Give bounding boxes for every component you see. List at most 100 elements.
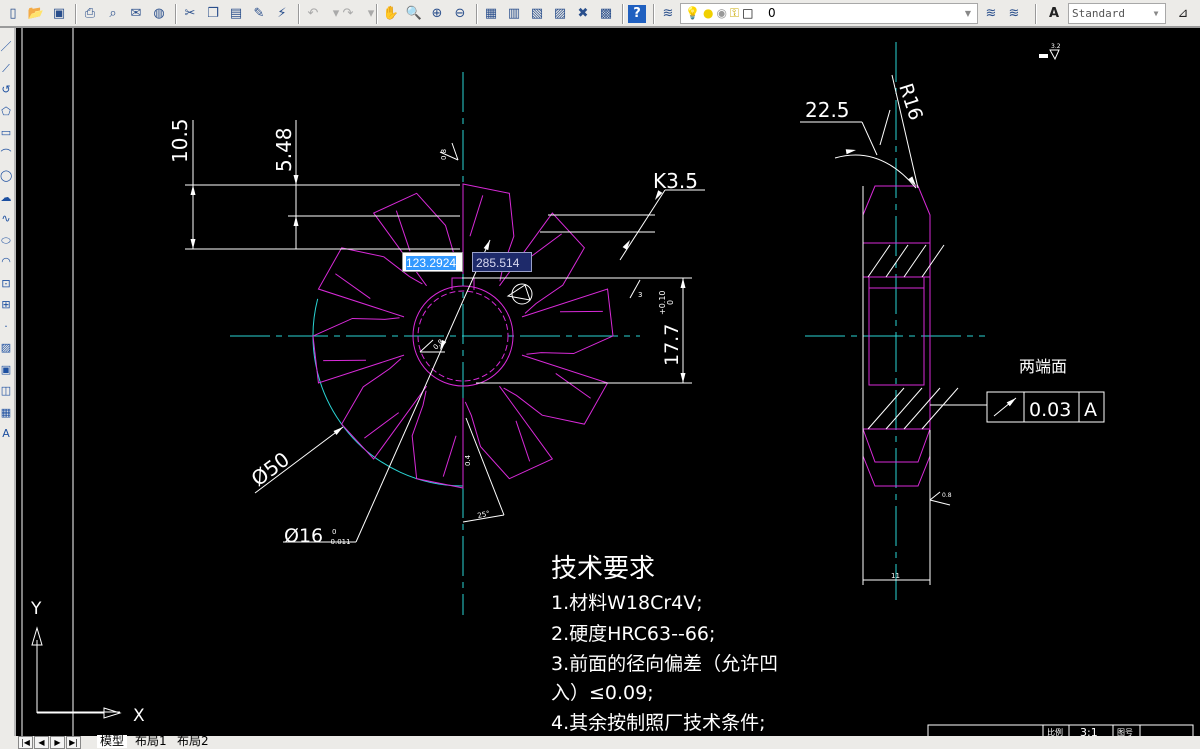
copy-icon[interactable]: ❐ [204, 5, 222, 23]
zoom-realtime-icon[interactable]: 🔍 [405, 5, 423, 23]
markup-icon[interactable]: ✖ [574, 5, 592, 23]
scale-label: 比例 [1047, 727, 1063, 736]
block-editor-icon[interactable]: ⚡ [273, 5, 291, 23]
dynamic-input-x[interactable]: 123.2924 [402, 252, 463, 272]
chevron-down-icon[interactable]: ▼ [1149, 6, 1163, 21]
lightbulb-on-icon[interactable]: 💡 [685, 6, 700, 20]
toolbar-separator [653, 4, 655, 24]
help-icon[interactable]: ? [628, 5, 646, 23]
make-block-icon[interactable]: ⊞ [0, 298, 12, 312]
plot-icon[interactable]: ⚿ [730, 6, 739, 20]
color-swatch-icon[interactable]: □ [742, 6, 753, 20]
gear-tooth-edge [395, 210, 411, 252]
polygon-icon[interactable]: ⬠ [0, 105, 12, 119]
print-icon[interactable]: ⎙ [81, 5, 99, 23]
revision-cloud-icon[interactable]: ☁ [0, 191, 12, 205]
gear-tooth [464, 385, 554, 480]
polyline-icon[interactable]: ↺ [0, 83, 12, 97]
tab-layout1[interactable]: 布局1 [135, 735, 167, 748]
tolerance-value: 0.03 [1029, 399, 1071, 421]
tab-model[interactable]: 模型 [97, 735, 128, 748]
scale-value: 3:1 [1080, 726, 1098, 736]
calculator-icon[interactable]: ▩ [597, 5, 615, 23]
save-icon[interactable]: ▣ [50, 5, 68, 23]
dim-style-icon[interactable]: ⊿ [1174, 5, 1192, 23]
arc-icon[interactable]: ⌒ [0, 148, 12, 162]
rectangle-icon[interactable]: ▭ [0, 126, 12, 140]
prev-tab-icon[interactable]: ◀ [34, 736, 49, 749]
ellipse-icon[interactable]: ⬭ [0, 234, 12, 248]
paste-icon[interactable]: ▤ [227, 5, 245, 23]
toolbar-separator [298, 4, 300, 24]
cut-icon[interactable]: ✂ [181, 5, 199, 23]
hatch-line [885, 387, 923, 430]
hatch-line [921, 387, 959, 430]
point-icon[interactable]: · [0, 320, 12, 334]
angle-arc [834, 154, 917, 189]
line-icon[interactable]: ／ [0, 40, 12, 54]
undo-icon[interactable]: ↶ [304, 5, 322, 23]
roughness-label: 3 [638, 291, 642, 299]
surface-roughness-symbol [1049, 49, 1060, 61]
pan-icon[interactable]: ✋ [382, 5, 400, 23]
gear-tooth-edge [442, 435, 457, 477]
leader-line [355, 239, 491, 543]
angle-25-label: 25° [477, 510, 491, 520]
circle-icon[interactable]: ◯ [0, 169, 12, 183]
hatch-icon[interactable]: ▨ [0, 341, 12, 355]
layer-manager-icon[interactable]: ≋ [659, 5, 677, 23]
match-properties-icon[interactable]: ✎ [250, 5, 268, 23]
properties-icon[interactable]: ▦ [482, 5, 500, 23]
text-style-dropdown[interactable]: Standard ▼ [1068, 3, 1166, 24]
gradient-icon[interactable]: ▣ [0, 363, 12, 377]
table-icon[interactable]: ▦ [0, 406, 12, 420]
lock-icon[interactable]: ◉ [716, 6, 726, 20]
tech-requirements-title: 技术要求 [551, 554, 656, 584]
new-icon[interactable]: ▯ [4, 5, 22, 23]
toolbar-separator [75, 4, 77, 24]
first-tab-icon[interactable]: |◀ [18, 736, 33, 749]
dimension-arrow [845, 149, 856, 155]
publish-icon[interactable]: ✉ [127, 5, 145, 23]
dimension-5-48: 5.48 [272, 127, 296, 172]
drawing-canvas[interactable]: 10.5 5.48 17.7 +0.10 0 K3.5 Ø50 Ø16 0 -0.011 25° 0.… [16, 28, 1200, 736]
drawing-no-label: 图号 [1117, 728, 1133, 736]
zoom-previous-icon[interactable]: ⊖ [451, 5, 469, 23]
zoom-window-icon[interactable]: ⊕ [428, 5, 446, 23]
last-tab-icon[interactable]: ▶| [66, 736, 81, 749]
spline-icon[interactable]: ∿ [0, 212, 12, 226]
text-style-icon[interactable]: A [1045, 5, 1063, 23]
gear-tooth [312, 317, 405, 384]
layer-dropdown[interactable]: 💡 ● ◉ ⚿ □ 0 ▼ [680, 3, 978, 24]
construction-line-icon[interactable]: ⟋ [0, 62, 12, 76]
dimension-arrow [293, 175, 299, 185]
dynamic-input-y[interactable]: 285.514 [472, 252, 532, 272]
print-preview-icon[interactable]: ⌕ [104, 5, 122, 23]
open-icon[interactable]: 📂 [27, 5, 45, 23]
chevron-down-icon[interactable]: ▼ [961, 6, 975, 21]
multiline-text-icon[interactable]: A [0, 427, 12, 441]
dimension-d16-tol-lower: -0.011 [328, 538, 351, 546]
web-icon[interactable]: ◍ [150, 5, 168, 23]
ellipse-arc-icon[interactable]: ◠ [0, 255, 12, 269]
gear-tooth-edge [555, 373, 591, 399]
sheet-set-icon[interactable]: ▨ [551, 5, 569, 23]
layer-previous-icon[interactable]: ≋ [1005, 5, 1023, 23]
toolbar-separator [622, 4, 624, 24]
roughness-label: 0.8 [432, 338, 446, 352]
hatch-line [921, 244, 945, 278]
insert-block-icon[interactable]: ⊡ [0, 277, 12, 291]
layer-value: 0 [768, 6, 776, 20]
make-layer-current-icon[interactable]: ≋ [982, 5, 1000, 23]
sun-thaw-icon[interactable]: ● [703, 6, 713, 20]
next-tab-icon[interactable]: ▶ [50, 736, 65, 749]
tech-requirement-line: 入）≤0.09; [551, 682, 654, 704]
tech-requirement-line: 4.其余按制照厂技术条件; [551, 712, 766, 734]
tool-palettes-icon[interactable]: ▧ [528, 5, 546, 23]
gear-tooth [341, 358, 427, 460]
redo-icon[interactable]: ↷ [339, 5, 357, 23]
design-center-icon[interactable]: ▥ [505, 5, 523, 23]
region-icon[interactable]: ◫ [0, 384, 12, 398]
hatch-line [903, 387, 941, 430]
tab-layout2[interactable]: 布局2 [177, 735, 209, 748]
